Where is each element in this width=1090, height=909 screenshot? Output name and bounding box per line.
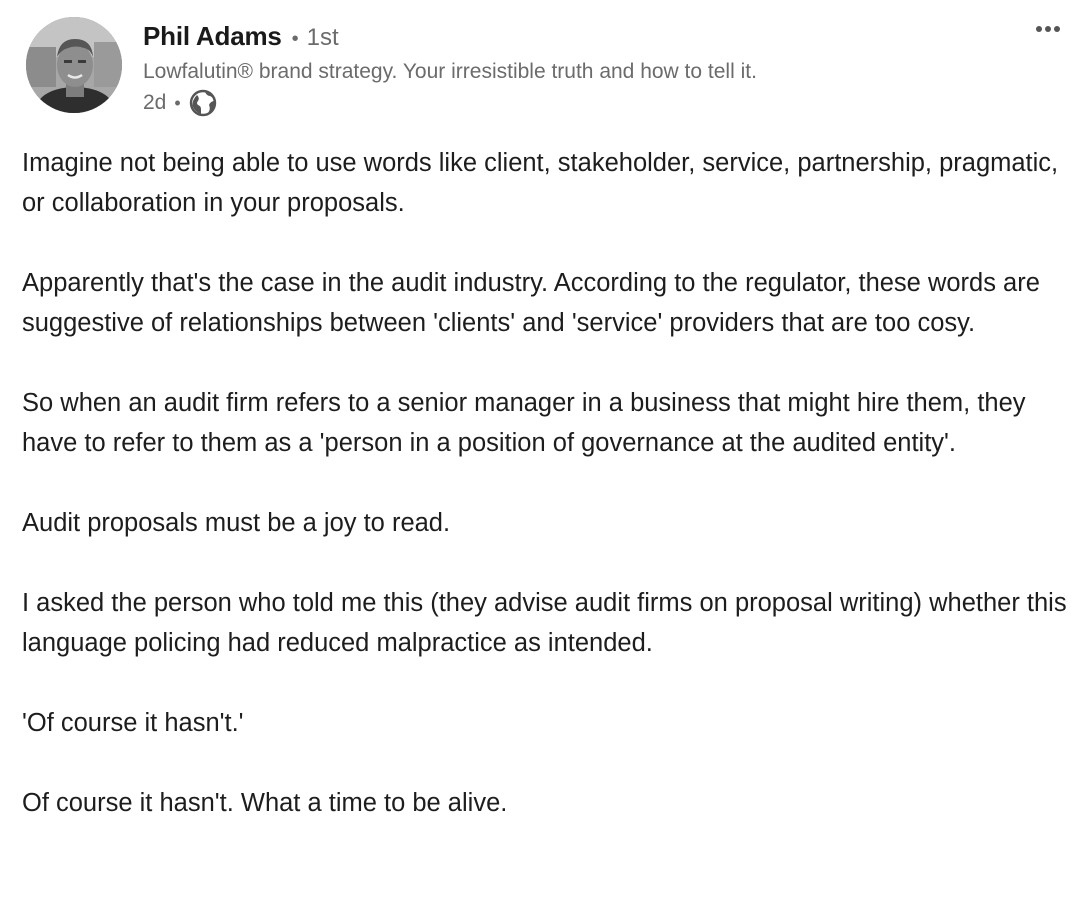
more-dot [1045,26,1051,32]
globe-icon [189,89,217,117]
post-time: 2d [143,91,167,114]
author-info: Phil Adams • 1st Lowfalutin® brand strat… [143,21,757,119]
feed-post: Phil Adams • 1st Lowfalutin® brand strat… [0,0,1090,909]
separator-dot: • [174,92,181,113]
connection-degree: 1st [306,24,339,51]
author-avatar[interactable] [26,17,122,113]
author-name[interactable]: Phil Adams [143,21,282,52]
post-paragraph: Apparently that's the case in the audit … [22,269,1040,337]
profile-photo [26,17,122,113]
more-options-button[interactable] [1028,14,1068,44]
post-paragraph: Of course it hasn't. What a time to be a… [22,789,508,817]
author-name-line: Phil Adams • 1st [143,21,757,55]
post-body: Imagine not being able to use words like… [22,143,1072,863]
author-headline: Lowfalutin® brand strategy. Your irresis… [143,60,757,83]
more-dot [1054,26,1060,32]
post-paragraph: Imagine not being able to use words like… [22,149,1059,217]
separator-dot: • [291,28,299,50]
post-header: Phil Adams • 1st Lowfalutin® brand strat… [26,17,1066,117]
post-paragraph: So when an audit firm refers to a senior… [22,389,1026,457]
post-paragraph: 'Of course it hasn't.' [22,709,244,737]
post-paragraph: Audit proposals must be a joy to read. [22,509,451,537]
more-horizontal-icon [1036,26,1042,32]
post-paragraph: I asked the person who told me this (the… [22,589,1067,657]
post-meta: 2d • [143,87,757,119]
